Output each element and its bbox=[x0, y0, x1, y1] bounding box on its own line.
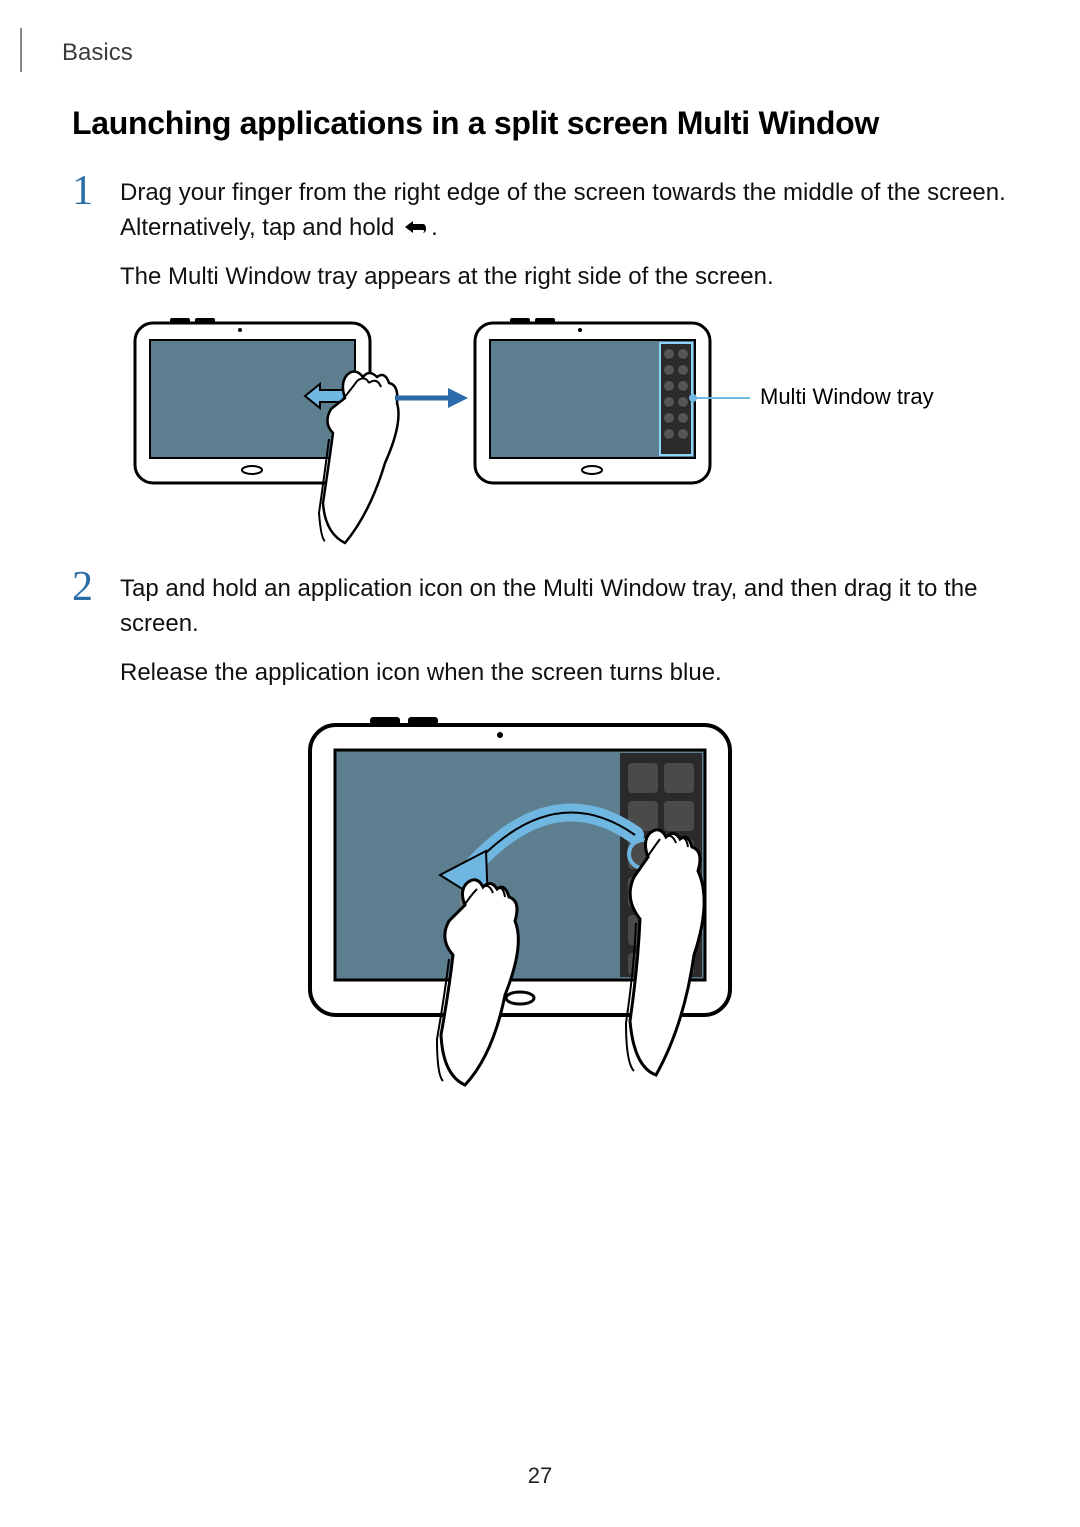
step-2-para1: Tap and hold an application icon on the … bbox=[120, 572, 1008, 642]
back-icon bbox=[401, 217, 431, 237]
step-2: 2 Tap and hold an application icon on th… bbox=[72, 572, 1008, 704]
section-title: Launching applications in a split screen… bbox=[72, 105, 1008, 142]
step-1: 1 Drag your finger from the right edge o… bbox=[72, 176, 1008, 308]
figure-2-svg bbox=[290, 715, 790, 1095]
multi-window-tray-icon bbox=[660, 343, 692, 455]
page-content: Launching applications in a split screen… bbox=[72, 105, 1008, 1119]
step-number-1: 1 bbox=[72, 170, 102, 308]
figure-1-svg: Multi Window tray bbox=[130, 318, 950, 548]
figure-1: Multi Window tray bbox=[72, 318, 1008, 548]
step-number-2: 2 bbox=[72, 566, 102, 704]
transition-arrow-icon bbox=[395, 388, 468, 408]
step-1-para1-text-b: . bbox=[431, 214, 438, 241]
figure-2 bbox=[72, 715, 1008, 1095]
step-2-para2: Release the application icon when the sc… bbox=[120, 656, 1008, 691]
step-1-para2: The Multi Window tray appears at the rig… bbox=[120, 260, 1008, 295]
page-number: 27 bbox=[0, 1463, 1080, 1489]
step-1-body: Drag your finger from the right edge of … bbox=[120, 176, 1008, 308]
figure-1-right-tablet bbox=[475, 318, 710, 483]
breadcrumb: Basics bbox=[62, 39, 133, 67]
header-divider bbox=[20, 28, 22, 72]
step-1-para1-text-a: Drag your finger from the right edge of … bbox=[120, 179, 1006, 241]
step-2-body: Tap and hold an application icon on the … bbox=[120, 572, 1008, 704]
step-1-para1: Drag your finger from the right edge of … bbox=[120, 176, 1008, 246]
page-header: Basics bbox=[20, 34, 133, 72]
callout-label: Multi Window tray bbox=[760, 384, 934, 409]
